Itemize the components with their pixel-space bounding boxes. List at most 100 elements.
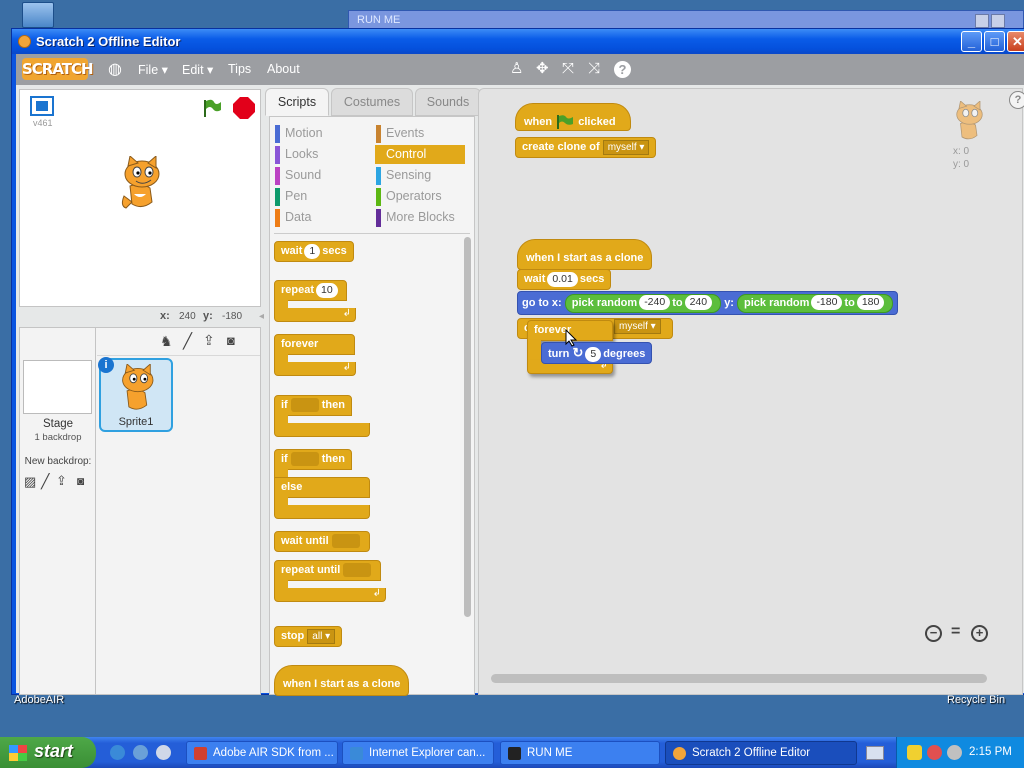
cut-scissors-icon[interactable]: ✥ xyxy=(536,61,549,77)
zoom-out-icon[interactable]: − xyxy=(925,625,942,642)
maximize-button[interactable]: □ xyxy=(984,31,1005,52)
zoom-reset-icon[interactable]: = xyxy=(951,623,960,641)
fullscreen-icon[interactable] xyxy=(30,96,54,116)
tab-sounds[interactable]: Sounds xyxy=(415,88,481,116)
start-button[interactable]: start xyxy=(0,737,96,768)
grow-icon[interactable]: ⤧ xyxy=(562,61,574,77)
task-run-me[interactable]: RUN ME xyxy=(500,741,660,765)
task-internet-explorer[interactable]: Internet Explorer can... xyxy=(342,741,494,765)
scripts-horizontal-scrollbar[interactable] xyxy=(491,674,987,683)
menu-file[interactable]: File ▾ xyxy=(138,62,168,77)
stop-sign-icon[interactable] xyxy=(233,97,255,119)
clone-target-dropdown[interactable]: myself ▾ xyxy=(602,139,650,155)
script-wait-block[interactable]: wait 0.01 secs xyxy=(517,269,612,290)
quicklaunch-outlook-icon[interactable] xyxy=(133,745,148,760)
category-motion[interactable]: Motion xyxy=(274,124,364,143)
new-sprite-toolbar: ♞ ╱ ⇪ ◙ xyxy=(97,328,260,356)
minimize-button[interactable]: _ xyxy=(961,31,982,52)
mouse-y-value: -180 xyxy=(222,311,243,322)
pick-random-y[interactable]: pick random -180 to 180 xyxy=(737,293,894,313)
palette-stop-block[interactable]: stop all ▾ xyxy=(274,626,343,647)
stop-dropdown[interactable]: all ▾ xyxy=(307,628,336,644)
category-control[interactable]: Control xyxy=(375,145,465,164)
paint-sprite-icon[interactable]: ╱ xyxy=(183,332,192,350)
stage-thumbnail[interactable] xyxy=(23,360,92,414)
close-button[interactable]: ✕ xyxy=(1007,31,1024,52)
upload-backdrop-icon[interactable]: ⇪ xyxy=(56,473,67,489)
category-sensing[interactable]: Sensing xyxy=(375,166,465,185)
category-operators[interactable]: Operators xyxy=(375,187,465,206)
desktop-label-adobeair[interactable]: AdobeAIR xyxy=(14,694,64,706)
sprite-x-readout: x: 0 xyxy=(953,146,970,157)
zoom-in-icon[interactable]: + xyxy=(971,625,988,642)
camera-backdrop-icon[interactable]: ◙ xyxy=(77,474,84,488)
network-warning-icon[interactable] xyxy=(927,745,942,760)
category-data[interactable]: Data xyxy=(274,208,364,227)
task-adobe-air-sdk[interactable]: Adobe AIR SDK from ... xyxy=(186,741,338,765)
title-bar[interactable]: Scratch 2 Offline Editor _ □ ✕ xyxy=(12,29,1024,54)
palette-forever-block[interactable]: forever xyxy=(274,334,356,355)
category-pen[interactable]: Pen xyxy=(274,187,364,206)
paint-backdrop-icon[interactable]: ╱ xyxy=(41,473,49,490)
desktop-computer-icon[interactable] xyxy=(22,2,54,28)
help-icon[interactable]: ? xyxy=(614,61,631,78)
sprite-library-icon[interactable]: ♞ xyxy=(160,333,173,350)
tips-help-icon[interactable]: ? xyxy=(1009,91,1024,109)
background-maximize-button[interactable] xyxy=(991,14,1005,28)
when-i-start-as-clone-block[interactable]: when I start as a clone xyxy=(517,239,653,270)
camera-sprite-icon[interactable]: ◙ xyxy=(227,333,235,348)
create-clone-block[interactable]: create clone of myself ▾ xyxy=(515,137,657,158)
category-events[interactable]: Events xyxy=(375,124,465,143)
scratch-cat-icon xyxy=(673,747,686,760)
quicklaunch-media-icon[interactable] xyxy=(156,745,171,760)
go-to-xy-block[interactable]: go to x: pick random -240 to 240 y: pick ra… xyxy=(517,291,899,315)
sprite-tile-sprite1[interactable]: i Sprite1 xyxy=(98,357,173,432)
pick-random-x[interactable]: pick random -240 to 240 xyxy=(564,293,722,313)
menu-tips[interactable]: Tips xyxy=(228,62,251,76)
sprite-info-cat-icon xyxy=(949,100,987,141)
cat-sprite-on-stage[interactable] xyxy=(116,154,164,212)
tab-costumes[interactable]: Costumes xyxy=(331,88,413,116)
desktop-label-recycle-bin[interactable]: Recycle Bin xyxy=(947,694,1005,706)
green-flag-icon[interactable] xyxy=(202,98,222,118)
when-flag-clicked-block[interactable]: when clicked xyxy=(515,103,631,131)
stage-panel[interactable]: v461 xyxy=(19,89,261,307)
clock[interactable]: 2:15 PM xyxy=(969,746,1012,758)
tab-scripts[interactable]: Scripts xyxy=(265,88,329,116)
system-tray: 2:15 PM xyxy=(896,737,1024,768)
palette-wait-until-block[interactable]: wait until xyxy=(274,531,370,552)
duplicate-stamp-icon[interactable]: ♙ xyxy=(510,61,523,77)
category-more-blocks[interactable]: More Blocks xyxy=(375,208,465,227)
scripts-area[interactable]: when clicked create clone of myself ▾ wh… xyxy=(478,88,1024,695)
upload-sprite-icon[interactable]: ⇪ xyxy=(203,332,215,349)
collapse-stage-arrow-icon[interactable]: ◂ xyxy=(259,311,264,322)
volume-icon[interactable] xyxy=(947,745,962,760)
palette-repeat-until-block[interactable]: repeat until xyxy=(274,560,382,581)
rotate-clockwise-icon: ↻ xyxy=(572,345,584,360)
palette-scrollbar[interactable] xyxy=(464,237,471,617)
quicklaunch-ie-icon[interactable] xyxy=(110,745,125,760)
backdrop-library-icon[interactable]: ▨ xyxy=(24,474,36,490)
menu-edit[interactable]: Edit ▾ xyxy=(182,62,213,77)
keyboard-icon[interactable] xyxy=(866,746,884,760)
clone-target-dropdown-2[interactable]: myself ▾ xyxy=(614,319,661,334)
shrink-icon[interactable]: ⤨ xyxy=(588,61,600,77)
language-globe-icon[interactable]: ◍ xyxy=(108,59,122,79)
palette-wait-block[interactable]: wait 1 secs xyxy=(274,241,354,262)
palette-if-block[interactable]: if then xyxy=(274,395,352,416)
stage-label: Stage xyxy=(42,418,74,430)
palette-clone-hat-block[interactable]: when I start as a clone xyxy=(274,665,410,696)
turn-degrees-block[interactable]: turn ↻ 5 degrees xyxy=(541,342,653,364)
security-shield-icon[interactable] xyxy=(907,745,922,760)
menu-about[interactable]: About xyxy=(267,62,300,76)
windows-logo-icon xyxy=(9,745,27,761)
background-minimize-button[interactable] xyxy=(975,14,989,28)
task-scratch-editor[interactable]: Scratch 2 Offline Editor xyxy=(665,741,857,765)
scratch-logo[interactable]: SCRATCH xyxy=(22,58,94,80)
sprite-name: Sprite1 xyxy=(118,416,154,428)
palette-if-else-block[interactable]: if then xyxy=(274,449,352,470)
category-sound[interactable]: Sound xyxy=(274,166,364,185)
menu-bar: SCRATCH ◍ File ▾ Edit ▾ Tips About ♙ ✥ ⤧… xyxy=(16,54,1024,85)
palette-repeat-block[interactable]: repeat 10 xyxy=(274,280,347,301)
category-looks[interactable]: Looks xyxy=(274,145,364,164)
